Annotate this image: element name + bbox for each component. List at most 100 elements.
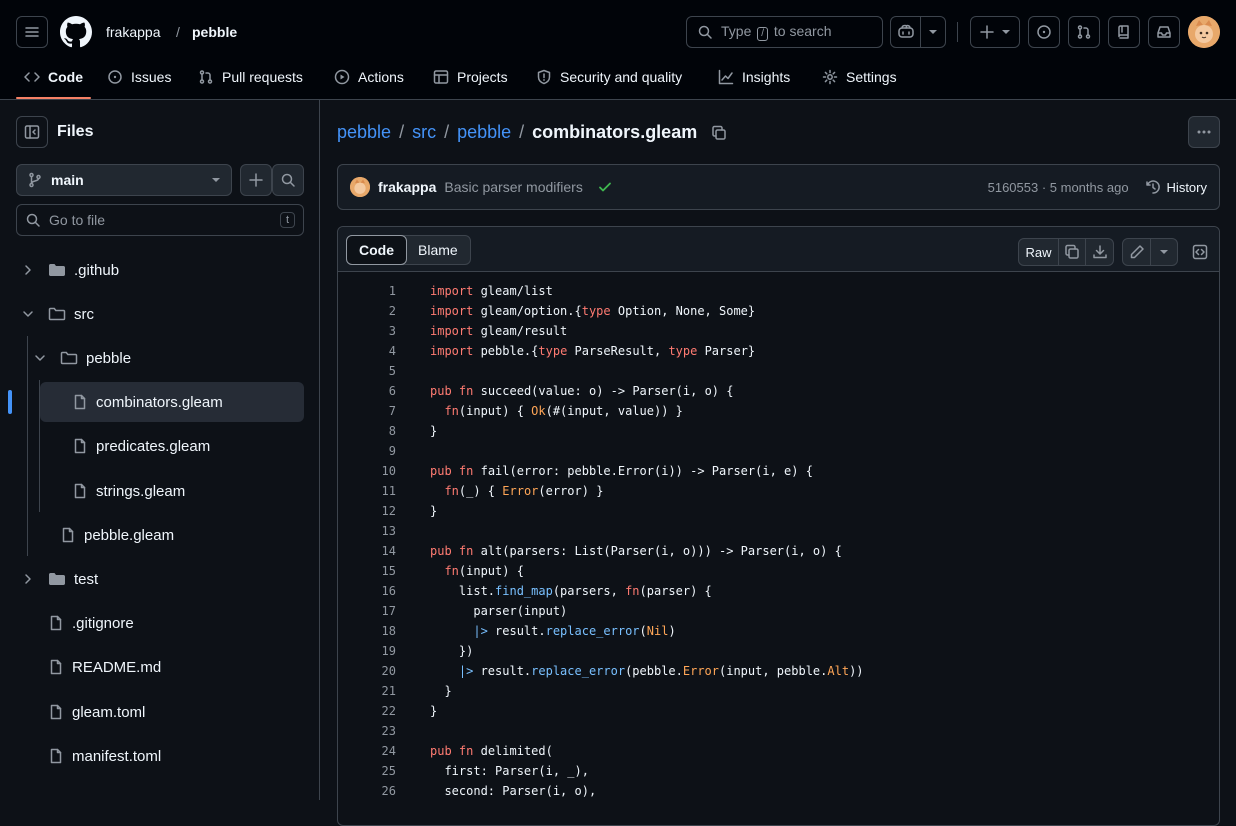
go-to-file-input[interactable]: Go to file t: [16, 204, 304, 236]
line-number[interactable]: 4: [338, 341, 396, 361]
add-file-button[interactable]: [240, 164, 272, 196]
commit-message[interactable]: Basic parser modifiers: [444, 179, 583, 195]
line-number[interactable]: 16: [338, 581, 396, 601]
tree-file-pebble-gleam[interactable]: pebble.gleam: [28, 515, 304, 555]
code-line: pub fn fail(error: pebble.Error(i)) -> P…: [430, 461, 813, 481]
line-number[interactable]: 7: [338, 401, 396, 421]
line-number[interactable]: 9: [338, 441, 396, 461]
tree-folder-pebble[interactable]: pebble: [28, 338, 304, 378]
tab-insights[interactable]: Insights: [718, 64, 790, 100]
tab-settings[interactable]: Settings: [822, 64, 897, 100]
tree-file-gleam-toml[interactable]: gleam.toml: [16, 692, 304, 732]
repositories-button[interactable]: [1108, 16, 1140, 48]
history-button[interactable]: History: [1145, 179, 1207, 195]
notifications-button[interactable]: [1148, 16, 1180, 48]
tree-file-gitignore[interactable]: .gitignore: [16, 603, 304, 643]
tab-pull-requests-label: Pull requests: [222, 69, 303, 85]
code-token: pub: [430, 744, 452, 758]
code-tab[interactable]: Code: [346, 235, 407, 265]
line-number[interactable]: 10: [338, 461, 396, 481]
code-token: |>: [458, 664, 474, 678]
more-options-button[interactable]: [1188, 116, 1220, 148]
copilot-button[interactable]: [890, 16, 946, 48]
line-number[interactable]: 5: [338, 361, 396, 381]
tree-file-predicates[interactable]: predicates.gleam: [40, 426, 304, 466]
line-number[interactable]: 25: [338, 761, 396, 781]
tree-file-manifest-toml[interactable]: manifest.toml: [16, 736, 304, 776]
breadcrumb-repo-link[interactable]: pebble: [337, 122, 391, 143]
code-line: list.find_map(parsers, fn(parser) {: [430, 581, 712, 601]
tab-code[interactable]: Code: [24, 64, 83, 100]
line-number[interactable]: 3: [338, 321, 396, 341]
tree-folder-src[interactable]: src: [16, 294, 304, 334]
your-issues-button[interactable]: [1028, 16, 1060, 48]
line-number[interactable]: 6: [338, 381, 396, 401]
symbols-panel-button[interactable]: [1186, 238, 1214, 266]
copy-path-icon[interactable]: [711, 125, 727, 141]
code-token: ParseResult,: [567, 344, 669, 358]
line-number[interactable]: 12: [338, 501, 396, 521]
repo-link[interactable]: pebble: [192, 24, 237, 40]
code-viewer-toolbar: Code Blame Raw: [338, 227, 1219, 272]
owner-link[interactable]: frakappa: [106, 24, 160, 40]
commit-author-avatar[interactable]: [350, 177, 370, 197]
code-token: )): [849, 664, 864, 678]
code-line: pub fn alt(parsers: List(Parser(i, o))) …: [430, 541, 842, 561]
line-number[interactable]: 19: [338, 641, 396, 661]
menu-button[interactable]: [16, 16, 48, 48]
commit-author[interactable]: frakappa: [378, 179, 436, 195]
breadcrumb-pebble-link[interactable]: pebble: [457, 122, 511, 143]
tree-item-label: README.md: [72, 658, 162, 676]
create-new-button[interactable]: [970, 16, 1020, 48]
code-token: fn: [444, 484, 459, 498]
line-number[interactable]: 26: [338, 781, 396, 801]
line-number[interactable]: 2: [338, 301, 396, 321]
search-input[interactable]: Type / to search: [686, 16, 883, 48]
tree-file-strings[interactable]: strings.gleam: [40, 471, 304, 511]
tab-security[interactable]: Security and quality: [536, 64, 682, 100]
tree-item-label: .github: [74, 261, 120, 279]
line-number[interactable]: 15: [338, 561, 396, 581]
tab-pull-requests[interactable]: Pull requests: [198, 64, 303, 100]
tree-folder-test[interactable]: test: [16, 559, 304, 599]
blame-tab[interactable]: Blame: [406, 236, 470, 264]
line-number[interactable]: 13: [338, 521, 396, 541]
code-token: pub: [430, 544, 452, 558]
chevron-right-icon: [25, 574, 31, 584]
tab-actions[interactable]: Actions: [334, 64, 404, 100]
code-line: |> result.replace_error(Nil): [430, 621, 675, 641]
line-number[interactable]: 14: [338, 541, 396, 561]
tab-projects-label: Projects: [457, 69, 508, 85]
line-number[interactable]: 11: [338, 481, 396, 501]
github-logo-icon[interactable]: [60, 16, 92, 48]
line-number[interactable]: 1: [338, 281, 396, 301]
raw-button[interactable]: Raw: [1019, 239, 1059, 265]
edit-file-button[interactable]: [1123, 239, 1151, 265]
edit-options-dropdown[interactable]: [1151, 239, 1177, 265]
download-raw-button[interactable]: [1086, 239, 1113, 265]
your-pull-requests-button[interactable]: [1068, 16, 1100, 48]
line-number[interactable]: 20: [338, 661, 396, 681]
line-number[interactable]: 17: [338, 601, 396, 621]
collapse-sidebar-button[interactable]: [16, 116, 48, 148]
line-number[interactable]: 24: [338, 741, 396, 761]
line-number[interactable]: 8: [338, 421, 396, 441]
avatar[interactable]: [1188, 16, 1220, 48]
line-number[interactable]: 21: [338, 681, 396, 701]
history-icon: [1145, 180, 1160, 194]
branch-selector[interactable]: main: [16, 164, 232, 196]
copy-raw-button[interactable]: [1059, 239, 1086, 265]
tab-issues[interactable]: Issues: [107, 64, 171, 100]
search-suffix: to search: [773, 23, 832, 39]
line-number[interactable]: 23: [338, 721, 396, 741]
tree-file-combinators[interactable]: combinators.gleam: [40, 382, 304, 422]
line-number[interactable]: 22: [338, 701, 396, 721]
line-number[interactable]: 18: [338, 621, 396, 641]
commit-meta[interactable]: 5160553 · 5 months ago: [988, 180, 1129, 195]
tree-folder-github[interactable]: .github: [16, 250, 304, 290]
check-icon[interactable]: [597, 179, 613, 195]
search-files-button[interactable]: [272, 164, 304, 196]
tree-file-readme[interactable]: README.md: [16, 647, 304, 687]
tab-projects[interactable]: Projects: [433, 64, 508, 100]
breadcrumb-src-link[interactable]: src: [412, 122, 436, 143]
